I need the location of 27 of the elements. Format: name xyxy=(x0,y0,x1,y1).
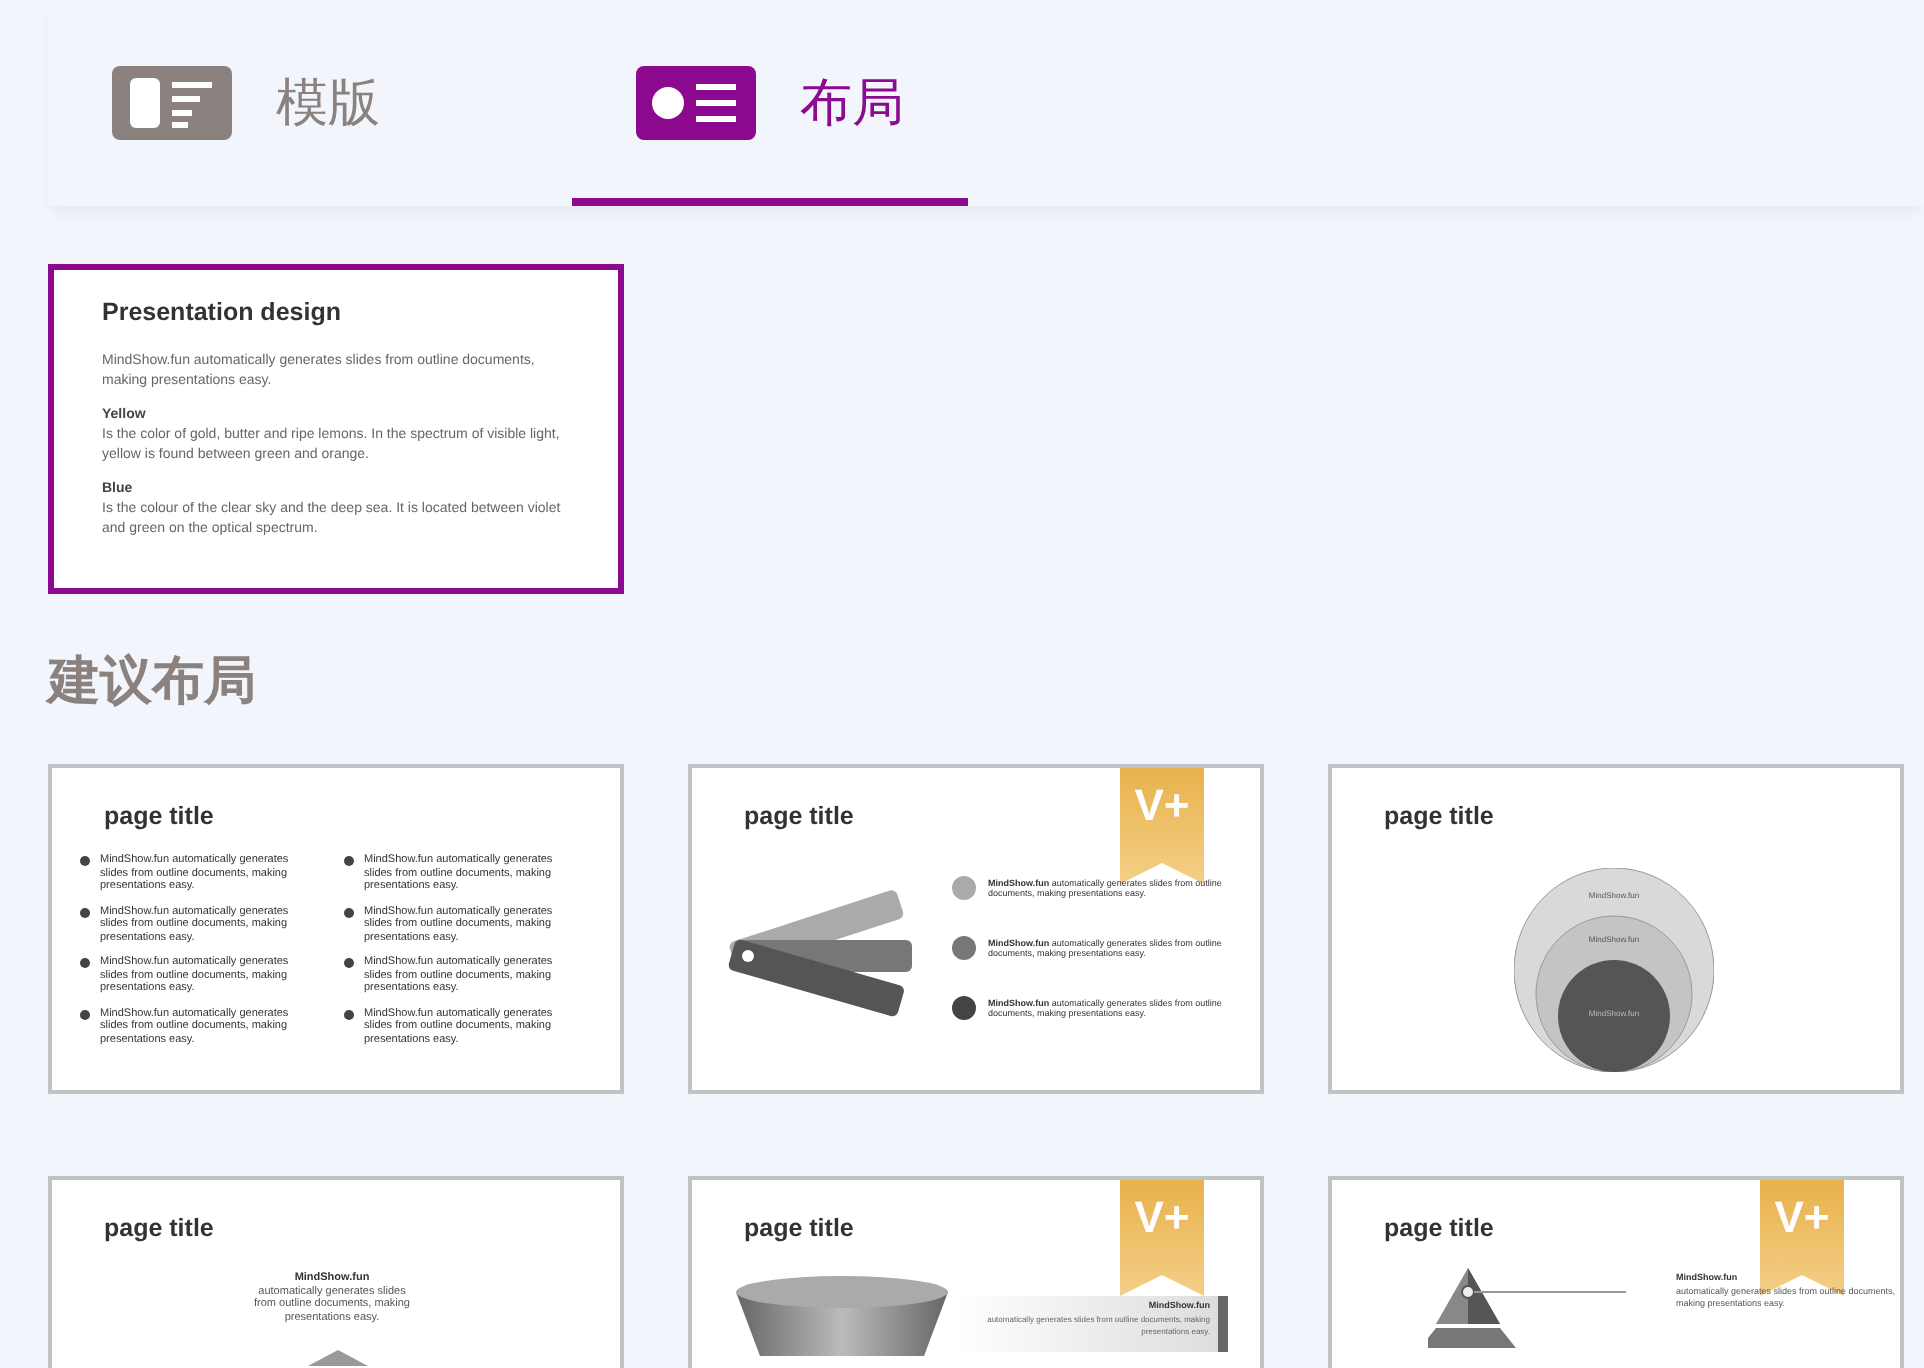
bullet-icon xyxy=(80,1009,90,1019)
step-circle-icon xyxy=(952,876,976,900)
layout-card[interactable] xyxy=(48,764,624,1094)
slide-title: page title xyxy=(744,802,854,830)
layout-card[interactable] xyxy=(688,764,1264,1094)
slide-title: page title xyxy=(104,1214,214,1242)
bullet-icon xyxy=(344,1009,354,1019)
slide-title: Presentation design xyxy=(102,298,343,326)
shape-icon xyxy=(308,1350,368,1368)
bullet-icon xyxy=(344,856,354,866)
badge: V+ xyxy=(1120,1180,1204,1296)
slide-title: page title xyxy=(1384,802,1494,830)
bullet-icon xyxy=(80,856,90,866)
bullet-icon xyxy=(344,907,354,917)
slide-title: page title xyxy=(1384,1214,1494,1242)
step-circle-icon xyxy=(952,996,976,1020)
section-title: 建议布局 xyxy=(48,650,258,716)
tab[interactable]: 布局 xyxy=(572,0,968,206)
step-circle-icon xyxy=(952,936,976,960)
slide-title: page title xyxy=(744,1214,854,1242)
bullet-icon xyxy=(80,958,90,968)
bullet-icon xyxy=(344,958,354,968)
bullet-icon xyxy=(80,907,90,917)
slide-title: page title xyxy=(104,802,214,830)
layout-card[interactable] xyxy=(48,264,624,594)
layout-icon xyxy=(636,66,756,140)
template-icon xyxy=(112,66,232,140)
